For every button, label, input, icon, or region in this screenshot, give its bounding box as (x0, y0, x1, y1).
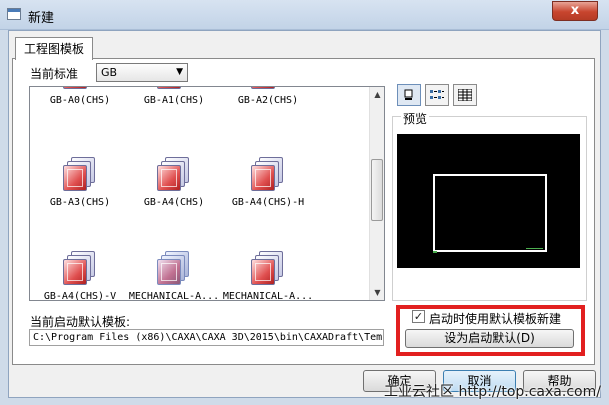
template-label: GB-A4(CHS)-H (231, 197, 305, 208)
window-title: 新建 (28, 11, 55, 26)
preview-label: 预览 (401, 110, 430, 127)
template-file-icon (251, 251, 285, 287)
template-item-gb-a4-v[interactable]: GB-A4(CHS)-V (30, 251, 130, 301)
template-list-scrollbar[interactable]: ▲ ▼ (369, 87, 384, 300)
template-label: MECHANICAL-A... (222, 291, 314, 301)
drawing-frame (433, 174, 547, 252)
view-large-icons-button[interactable] (397, 84, 421, 106)
frame-corner-mark (433, 251, 437, 253)
template-file-icon (157, 251, 191, 287)
template-item-gb-a2[interactable]: GB-A2(CHS) (218, 87, 318, 106)
startup-default-checkbox[interactable]: ✓ (412, 310, 425, 323)
scroll-up-icon[interactable]: ▲ (370, 87, 385, 102)
template-item-gb-a1[interactable]: GB-A1(CHS) (124, 87, 224, 106)
scroll-down-icon[interactable]: ▼ (370, 285, 385, 300)
set-startup-default-button[interactable]: 设为启动默认(D) (405, 329, 574, 348)
chevron-down-icon: ▼ (176, 67, 183, 77)
default-template-label: 当前启动默认模板: (30, 315, 131, 329)
template-label: GB-A4(CHS) (143, 197, 205, 208)
template-item-gb-a3[interactable]: GB-A3(CHS) (30, 157, 130, 208)
template-file-icon (63, 87, 97, 91)
list-view-icon (430, 90, 444, 99)
template-label: MECHANICAL-A... (128, 291, 220, 301)
template-label: GB-A1(CHS) (143, 95, 205, 106)
template-label: GB-A0(CHS) (49, 95, 111, 106)
template-item-gb-a4[interactable]: GB-A4(CHS) (124, 157, 224, 208)
template-file-icon (157, 87, 191, 91)
template-list[interactable]: GB-A0(CHS) GB-A1(CHS) GB-A2(CHS) GB-A3(C… (29, 86, 385, 301)
view-details-button[interactable] (453, 84, 477, 106)
app-icon (7, 8, 21, 20)
preview-canvas (397, 134, 580, 268)
watermark: 工业云社区 http://top.caxa.com/ (384, 384, 601, 400)
template-label: GB-A3(CHS) (49, 197, 111, 208)
details-view-icon (458, 89, 472, 101)
template-item-gb-a0[interactable]: GB-A0(CHS) (30, 87, 130, 106)
template-file-icon (251, 157, 285, 193)
template-file-icon (63, 157, 97, 193)
template-file-icon (251, 87, 285, 91)
title-block (526, 248, 543, 253)
close-button[interactable]: x (552, 1, 598, 21)
standard-select[interactable]: GB ▼ (96, 63, 188, 82)
template-item-gb-a4-h[interactable]: GB-A4(CHS)-H (218, 157, 318, 208)
template-item-mechanical-1[interactable]: MECHANICAL-A... (124, 251, 224, 301)
tab-engineering-templates[interactable]: 工程图模板 (15, 37, 94, 60)
standard-value: GB (101, 66, 118, 79)
standard-label: 当前标准 (30, 67, 79, 81)
scroll-thumb[interactable] (371, 159, 383, 221)
template-item-mechanical-2[interactable]: MECHANICAL-A... (218, 251, 318, 301)
large-icons-icon (404, 89, 413, 100)
startup-default-checkbox-label: 启动时使用默认模板新建 (429, 312, 562, 326)
template-label: GB-A2(CHS) (237, 95, 299, 106)
title-bar: 新建 x (0, 0, 609, 30)
template-file-icon (63, 251, 97, 287)
view-list-button[interactable] (425, 84, 449, 106)
default-template-path-field[interactable]: C:\Program Files (x86)\CAXA\CAXA 3D\2015… (29, 329, 384, 346)
template-label: GB-A4(CHS)-V (43, 291, 117, 301)
template-file-icon (157, 157, 191, 193)
